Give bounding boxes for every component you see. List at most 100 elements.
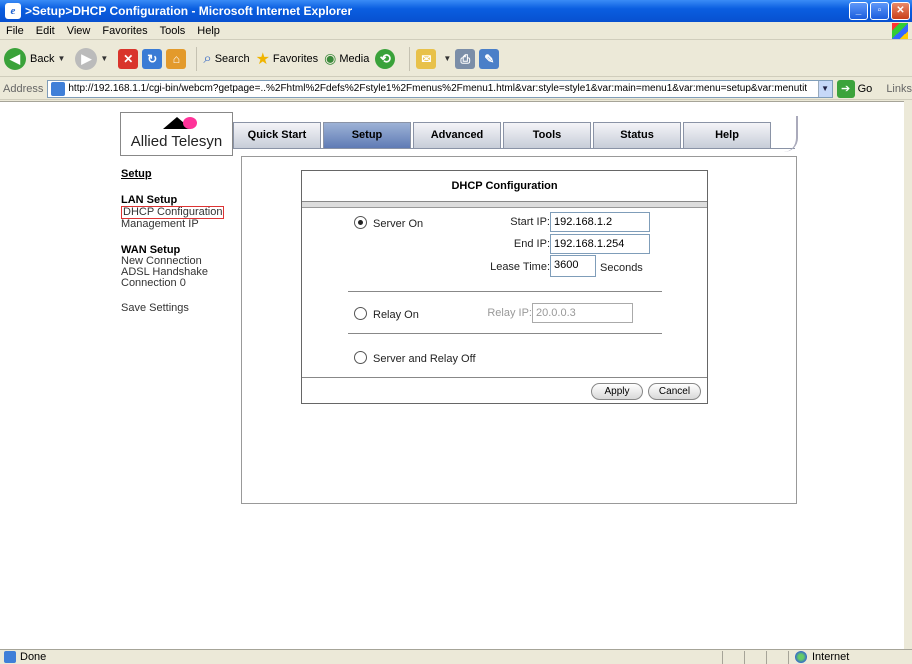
lease-time-field[interactable]: 3600 [550,255,596,277]
security-zone: Internet [788,650,912,664]
dhcp-configuration-form: DHCP Configuration Server On Start IP: 1… [301,170,708,404]
links-button[interactable]: Links [886,83,912,95]
windows-logo-icon [892,23,908,39]
relay-on-option[interactable]: Relay On [354,307,419,321]
apply-button[interactable]: Apply [591,383,643,400]
refresh-icon[interactable]: ↻ [142,48,163,69]
ie-icon: e [5,3,21,19]
chevron-down-icon[interactable]: ▼ [57,54,65,63]
mail-icon[interactable]: ✉ [416,48,437,69]
edit-icon[interactable]: ✎ [479,48,500,69]
search-button[interactable]: ⌕ Search [203,50,249,67]
end-ip-field[interactable]: 192.168.1.254 [550,234,650,254]
chevron-down-icon[interactable]: ▼ [817,80,832,97]
star-icon: ★ [255,50,270,68]
scrollbar[interactable] [904,101,912,649]
chevron-down-icon[interactable]: ▼ [100,54,108,63]
divider [196,46,198,71]
zone-label: Internet [812,651,850,663]
status-text-area: Done [0,651,722,663]
window-title: >Setup>DHCP Configuration - Microsoft In… [25,4,353,18]
sidebar: Setup LAN Setup DHCP Configuration Manag… [121,168,241,314]
nav-curve [780,116,798,152]
tab-setup[interactable]: Setup [323,122,411,148]
minimize-button[interactable]: _ [849,2,868,20]
cancel-button[interactable]: Cancel [648,383,701,400]
status-text: Done [20,651,47,663]
save-settings-link[interactable]: Save Settings [121,303,241,314]
globe-icon [795,651,807,663]
menu-view[interactable]: View [61,25,97,37]
address-bar: Address http://192.168.1.1/cgi-bin/webcm… [0,78,912,100]
end-ip-label: End IP: [513,238,550,250]
tab-status[interactable]: Status [593,122,681,148]
menu-edit[interactable]: Edit [30,25,61,37]
toolbar: ◀ Back ▼ ▶ ▼ ✕ ↻ ⌂ ⌕ Search ★ Favorites … [0,41,912,77]
search-icon: ⌕ [203,50,212,67]
section-divider [348,291,662,292]
favorites-label: Favorites [272,52,319,65]
menu-favorites[interactable]: Favorites [96,25,153,37]
top-nav: Quick Start Setup Advanced Tools Status … [233,122,793,150]
close-button[interactable]: ✕ [891,2,910,20]
page-icon [51,81,66,96]
server-on-label: Server On [373,218,424,230]
chevron-down-icon[interactable]: ▼ [443,54,451,63]
address-url[interactable]: http://192.168.1.1/cgi-bin/webcm?getpage… [68,83,817,94]
address-input[interactable]: http://192.168.1.1/cgi-bin/webcm?getpage… [47,79,833,98]
menu-file[interactable]: File [0,25,30,37]
go-arrow-icon: ➔ [836,79,855,98]
forward-button[interactable]: ▶ ▼ [75,47,112,70]
relay-on-radio[interactable] [354,307,367,320]
address-label: Address [3,82,44,95]
server-on-radio[interactable] [354,216,367,229]
lease-time-label: Lease Time: [490,261,550,273]
logo-text: Allied Telesyn [130,133,223,150]
server-relay-off-label: Server and Relay Off [373,353,476,365]
section-divider [348,333,662,334]
menu-bar: File Edit View Favorites Tools Help [0,22,912,40]
media-icon: ◉ [324,50,337,66]
nav-underline [233,148,795,152]
menu-help[interactable]: Help [191,25,226,37]
go-button[interactable]: ➔ Go [836,79,873,98]
relay-ip-field[interactable]: 20.0.0.3 [532,303,633,323]
window-title-bar: e >Setup>DHCP Configuration - Microsoft … [0,0,912,22]
tab-help[interactable]: Help [683,122,771,148]
go-label: Go [857,82,873,95]
server-relay-off-radio[interactable] [354,351,367,364]
status-cell [766,650,788,664]
allied-telesyn-logo: Allied Telesyn [120,112,233,156]
menu-tools[interactable]: Tools [154,25,192,37]
maximize-button[interactable]: ▫ [870,2,889,20]
search-label: Search [214,52,250,65]
start-ip-label: Start IP: [510,216,550,228]
page-icon [4,651,16,663]
history-icon[interactable]: ⟲ [375,48,396,69]
back-label: Back [30,52,55,65]
media-button[interactable]: ◉ Media [324,50,369,67]
page-content: Allied Telesyn Quick Start Setup Advance… [0,101,904,649]
tab-quick-start[interactable]: Quick Start [233,122,321,148]
tab-advanced[interactable]: Advanced [413,122,501,148]
stop-icon[interactable]: ✕ [118,48,139,69]
forward-arrow-icon: ▶ [75,47,98,70]
sidebar-heading[interactable]: Setup [121,168,241,180]
sidebar-item-management-ip[interactable]: Management IP [121,219,241,230]
print-icon[interactable]: ⎙ [455,48,476,69]
tab-tools[interactable]: Tools [503,122,591,148]
home-icon[interactable]: ⌂ [166,48,187,69]
lan-setup-heading: LAN Setup [121,194,178,206]
status-cell [744,650,766,664]
media-label: Media [339,52,370,65]
favorites-button[interactable]: ★ Favorites [256,49,319,69]
sidebar-item-connection-0[interactable]: Connection 0 [121,278,241,289]
server-relay-off-option[interactable]: Server and Relay Off [354,351,476,365]
start-ip-field[interactable]: 192.168.1.2 [550,212,650,232]
form-title: DHCP Configuration [302,171,707,202]
back-arrow-icon: ◀ [4,47,26,70]
back-button[interactable]: ◀ Back ▼ [4,47,69,70]
server-on-option[interactable]: Server On [354,216,423,230]
footer-divider [302,377,707,378]
form-divider [302,202,707,208]
